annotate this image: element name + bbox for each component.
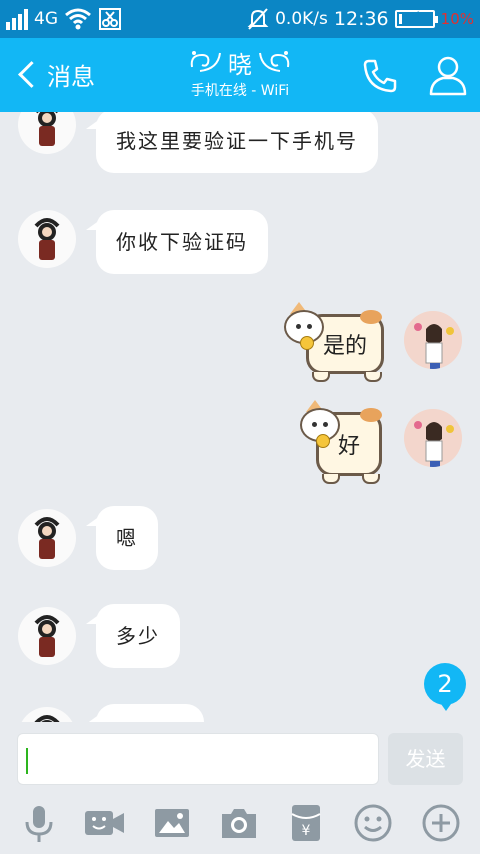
scissors-icon — [99, 8, 121, 30]
image-icon[interactable] — [151, 802, 193, 844]
video-icon[interactable] — [84, 802, 126, 844]
cat-foot — [312, 372, 330, 382]
swirl-right-icon — [258, 47, 292, 78]
contact-avatar[interactable] — [18, 607, 76, 665]
message-bubble[interactable]: 我这里要验证一下手机号 — [86, 112, 378, 173]
cat-foot — [364, 372, 382, 382]
wifi-icon — [65, 8, 91, 30]
red-packet-icon[interactable]: ¥ — [285, 802, 327, 844]
cat-spot — [360, 408, 382, 422]
cat-bell-icon — [316, 434, 330, 448]
chevron-left-icon — [18, 60, 45, 88]
contact-status: 手机在线 - WiFi — [190, 83, 290, 99]
cat-spot — [360, 310, 382, 324]
input-bar: 发送 — [0, 722, 480, 794]
emoji-icon[interactable] — [352, 802, 394, 844]
battery-percent: 10% — [440, 10, 474, 28]
message-bubble[interactable]: 你收下验证码 — [86, 210, 268, 274]
mic-icon[interactable] — [18, 802, 60, 844]
message-bubble[interactable]: 多少 — [86, 604, 180, 668]
cat-foot — [362, 474, 380, 484]
message-input[interactable] — [17, 733, 379, 785]
sticker-bubble-text: 是的 — [322, 334, 367, 359]
chat-area[interactable]: 我这里要验证一下手机号 你收下验证码 是的 好 嗯 多少 — [0, 112, 480, 722]
cat-bell-icon — [300, 336, 314, 350]
clock: 12:36 — [333, 8, 389, 30]
contact-title[interactable]: 晓 手机在线 - WiFi — [150, 46, 330, 100]
back-button[interactable]: 消息 — [12, 54, 95, 94]
mute-bell-icon — [247, 8, 269, 30]
signal-icon — [6, 8, 28, 30]
plus-icon[interactable] — [420, 802, 462, 844]
contact-avatar[interactable] — [18, 210, 76, 268]
network-speed: 0.0K/s — [275, 9, 328, 29]
my-avatar[interactable] — [404, 409, 462, 467]
contact-avatar[interactable] — [18, 509, 76, 567]
svg-text:¥: ¥ — [302, 823, 311, 839]
camera-icon[interactable] — [218, 802, 260, 844]
sticker-bubble-text: 好 — [337, 434, 360, 459]
contact-name: 晓 — [228, 50, 252, 79]
network-type: 4G — [34, 9, 58, 29]
message-bubble[interactable]: 嗯 — [86, 506, 158, 570]
send-button[interactable]: 发送 — [388, 733, 463, 785]
contact-avatar[interactable] — [18, 707, 76, 722]
back-label: 消息 — [47, 62, 95, 91]
swirl-left-icon — [188, 47, 222, 78]
status-bar: 4G 0.0K/s 12:36 ⚡ 10% — [0, 0, 480, 38]
toolbar: ¥ — [0, 794, 480, 854]
title-bar: 消息 晓 手机在线 - WiFi — [0, 38, 480, 112]
profile-icon[interactable] — [428, 54, 468, 96]
my-avatar[interactable] — [404, 311, 462, 369]
unread-count-badge[interactable]: 2 — [424, 663, 466, 711]
contact-avatar[interactable] — [18, 112, 76, 154]
text-caret — [26, 748, 28, 774]
message-bubble[interactable] — [86, 704, 204, 722]
cat-foot — [322, 474, 340, 484]
battery-icon: ⚡ — [394, 9, 438, 28]
phone-icon[interactable] — [362, 58, 398, 94]
